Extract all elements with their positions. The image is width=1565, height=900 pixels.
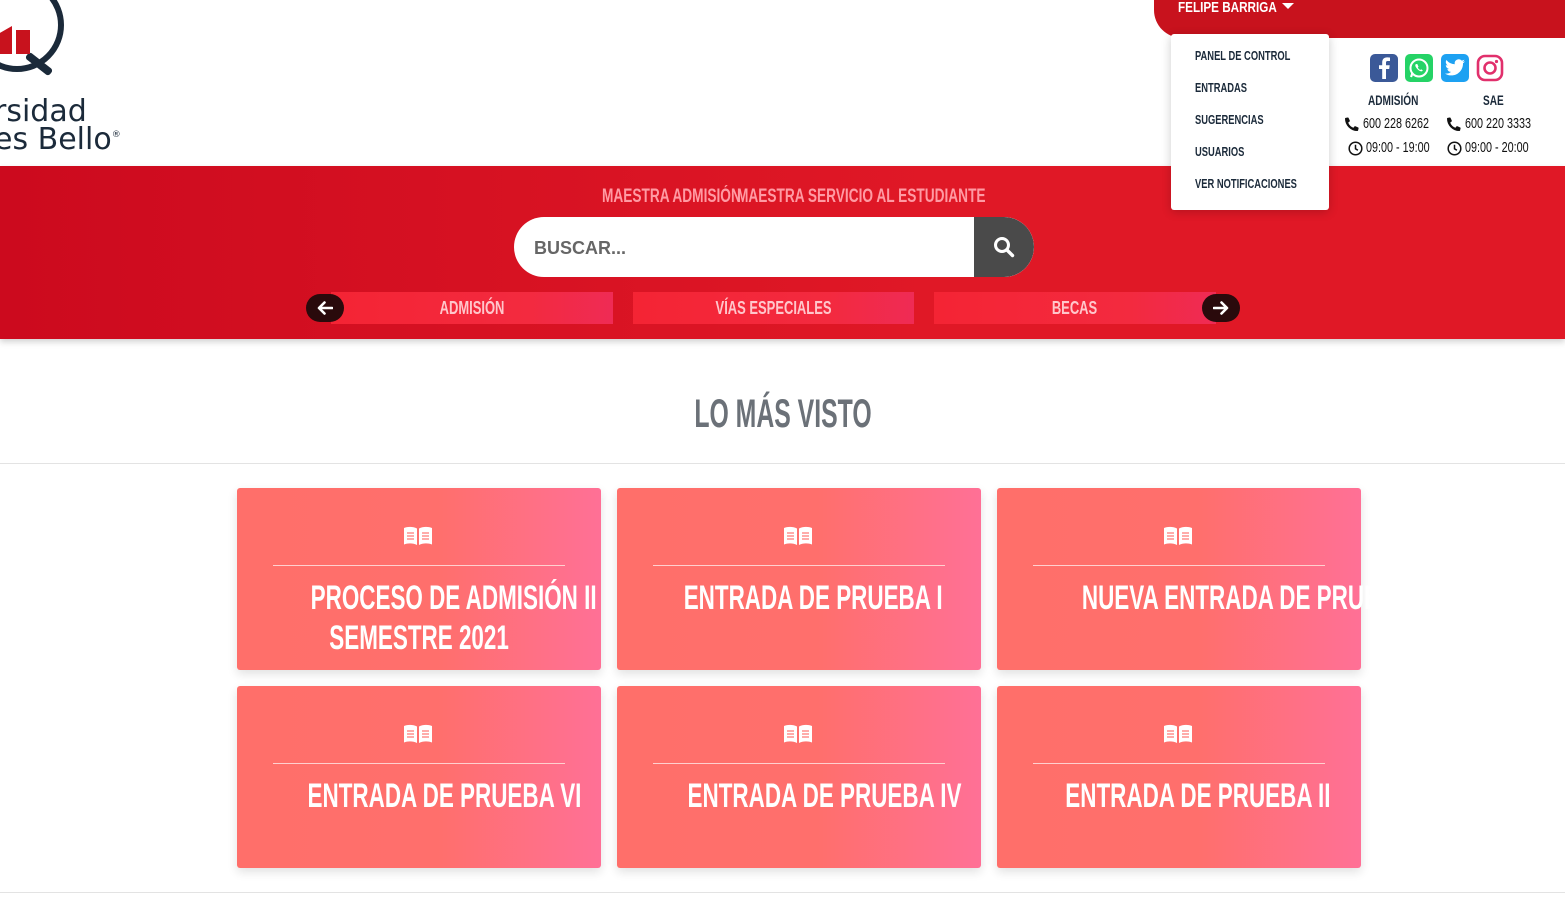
user-menu-toggle[interactable]: FELIPE BARRIGA (1154, 0, 1565, 38)
slider-prev-button[interactable] (306, 294, 344, 322)
arrow-right-icon (1213, 301, 1229, 315)
card-nueva-entrada-prueba[interactable]: NUEVA ENTRADA DE PRUEBA (997, 488, 1412, 670)
category-slider: ADMISIÓN VÍAS ESPECIALES BECAS (306, 292, 1241, 324)
contact-label-admision: ADMISIÓN (1368, 92, 1419, 108)
search-button[interactable] (974, 217, 1034, 277)
search-icon (994, 237, 1015, 258)
slide-becas[interactable]: BECAS (934, 292, 1216, 324)
menu-item-usuarios[interactable]: USUARIOS (1195, 142, 1244, 162)
book-open-icon (784, 526, 812, 545)
divider (0, 892, 1565, 893)
menu-item-panel-de-control[interactable]: PANEL DE CONTROL (1195, 46, 1290, 66)
card-proceso-admision[interactable]: PROCESO DE ADMISIÓN II SEMESTRE 2021 (237, 488, 601, 670)
menu-item-ver-notificaciones[interactable]: VER NOTIFICACIONES (1195, 174, 1297, 194)
university-logo[interactable]: rsidad es Bello® (0, 0, 130, 160)
card-entrada-prueba-ii[interactable]: ENTRADA DE PRUEBA II (997, 686, 1361, 868)
contact-hours-admision: 09:00 - 19:00 (1366, 139, 1430, 156)
slider-next-button[interactable] (1202, 294, 1240, 322)
card-divider (273, 763, 565, 764)
search-input[interactable] (532, 217, 966, 277)
card-title: PROCESO DE ADMISIÓN II SEMESTRE 2021 (310, 579, 597, 657)
contact-label-sae: SAE (1483, 92, 1504, 108)
book-open-icon (784, 724, 812, 743)
contact-hours-sae: 09:00 - 20:00 (1465, 139, 1529, 156)
house-icon (0, 26, 30, 54)
search-bar (514, 217, 1034, 277)
section-title: LO MÁS VISTO (693, 392, 872, 436)
card-divider (273, 565, 565, 566)
contact-phone-sae[interactable]: 600 220 3333 (1465, 115, 1531, 132)
menu-item-sugerencias[interactable]: SUGERENCIAS (1195, 110, 1264, 130)
facebook-icon[interactable] (1370, 54, 1398, 82)
card-title: ENTRADA DE PRUEBA II (1065, 777, 1331, 815)
twitter-icon[interactable] (1441, 54, 1469, 82)
book-open-icon (1164, 526, 1192, 545)
logo-text-line2: es Bello® (0, 122, 121, 157)
divider (0, 463, 1565, 464)
book-open-icon (404, 526, 432, 545)
user-name: FELIPE BARRIGA (1178, 0, 1277, 16)
card-entrada-prueba-i[interactable]: ENTRADA DE PRUEBA I (617, 488, 981, 670)
book-open-icon (404, 724, 432, 743)
card-entrada-prueba-vi[interactable]: ENTRADA DE PRUEBA VI (237, 686, 601, 868)
card-title: ENTRADA DE PRUEBA VI (307, 777, 582, 815)
phone-icon (1345, 117, 1359, 131)
hero-band: MAESTRA ADMISIÓN MAESTRA SERVICIO AL EST… (0, 166, 1565, 339)
phone-icon (1447, 117, 1461, 131)
card-divider (653, 565, 945, 566)
book-open-icon (1164, 724, 1192, 743)
card-divider (1033, 565, 1325, 566)
menu-item-entradas[interactable]: ENTRADAS (1195, 78, 1247, 98)
slide-admision[interactable]: ADMISIÓN (331, 292, 613, 324)
contact-phone-admision[interactable]: 600 228 6262 (1363, 115, 1429, 132)
link-maestra-admision[interactable]: MAESTRA ADMISIÓN (602, 184, 741, 210)
instagram-icon[interactable] (1476, 54, 1504, 82)
card-divider (1033, 763, 1325, 764)
link-maestra-servicio-estudiante[interactable]: MAESTRA SERVICIO AL ESTUDIANTE (737, 184, 986, 210)
arrow-left-icon (317, 301, 333, 315)
card-divider (653, 763, 945, 764)
clock-icon (1348, 141, 1363, 156)
card-title: NUEVA ENTRADA DE PRUEBA (1081, 579, 1412, 617)
slide-vias-especiales[interactable]: VÍAS ESPECIALES (633, 292, 914, 324)
card-entrada-prueba-iv[interactable]: ENTRADA DE PRUEBA IV (617, 686, 981, 868)
whatsapp-icon[interactable] (1405, 54, 1433, 82)
user-dropdown-menu: PANEL DE CONTROL ENTRADAS SUGERENCIAS US… (1171, 34, 1329, 210)
card-title: ENTRADA DE PRUEBA I (683, 579, 943, 617)
chevron-down-icon (1282, 3, 1294, 9)
card-title: ENTRADA DE PRUEBA IV (687, 777, 962, 815)
clock-icon (1447, 141, 1462, 156)
